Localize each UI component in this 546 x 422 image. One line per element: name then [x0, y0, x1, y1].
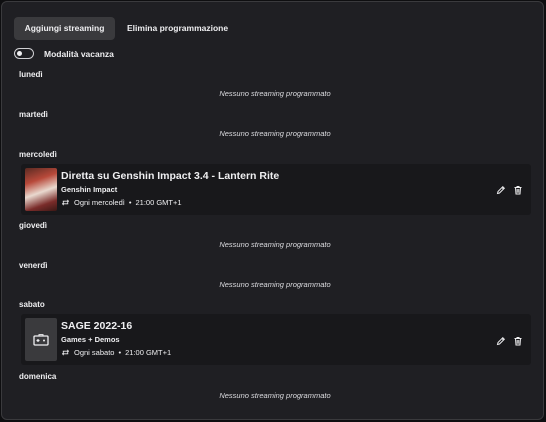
- day-label-thursday: giovedì: [19, 221, 48, 230]
- pencil-icon: [496, 185, 506, 195]
- stream-recurrence: Ogni mercoledì: [74, 198, 125, 207]
- delete-stream-button[interactable]: [513, 185, 523, 195]
- schedule-tabs: Aggiungi streaming Elimina programmazion…: [14, 17, 238, 40]
- stream-thumbnail: [25, 168, 57, 211]
- stream-time: 21:00 GMT+1: [125, 348, 172, 357]
- stream-schedule-info: Ogni sabato • 21:00 GMT+1: [61, 348, 171, 357]
- empty-message-friday: Nessuno streaming programmato: [219, 280, 331, 289]
- meta-separator: •: [118, 348, 122, 357]
- vacation-mode-label: Modalità vacanza: [44, 48, 114, 59]
- edit-stream-button[interactable]: [496, 336, 506, 346]
- day-label-monday: lunedì: [19, 70, 43, 79]
- stream-card-saturday[interactable]: SAGE 2022-16 Games + Demos Ogni sabato •…: [21, 314, 531, 365]
- empty-message-tuesday: Nessuno streaming programmato: [219, 129, 331, 138]
- trash-icon: [514, 186, 522, 195]
- stream-category[interactable]: Games + Demos: [61, 335, 120, 344]
- trash-icon: [514, 337, 522, 346]
- stream-title: SAGE 2022-16: [61, 320, 133, 332]
- repeat-icon: [61, 348, 70, 357]
- day-label-wednesday: mercoledì: [19, 150, 57, 159]
- gamepad-icon: [33, 333, 49, 346]
- stream-category[interactable]: Genshin Impact: [61, 185, 117, 194]
- stream-card-wednesday[interactable]: Diretta su Genshin Impact 3.4 - Lantern …: [21, 164, 531, 215]
- stream-time: 21:00 GMT+1: [135, 198, 182, 207]
- day-label-friday: venerdì: [19, 261, 48, 270]
- stream-actions: [496, 336, 523, 346]
- toggle-knob: [16, 50, 22, 56]
- stream-actions: [496, 185, 523, 195]
- tab-delete-schedule[interactable]: Elimina programmazione: [117, 17, 238, 40]
- meta-separator: •: [128, 198, 132, 207]
- vacation-mode-toggle[interactable]: [14, 48, 34, 59]
- empty-message-thursday: Nessuno streaming programmato: [219, 240, 331, 249]
- edit-stream-button[interactable]: [496, 185, 506, 195]
- day-label-sunday: domenica: [19, 372, 57, 381]
- delete-stream-button[interactable]: [513, 336, 523, 346]
- day-label-saturday: sabato: [19, 300, 45, 309]
- vacation-mode-row: Modalità vacanza: [14, 48, 114, 59]
- schedule-panel: Aggiungi streaming Elimina programmazion…: [1, 1, 544, 420]
- stream-thumbnail: [25, 318, 57, 361]
- stream-schedule-info: Ogni mercoledì • 21:00 GMT+1: [61, 198, 182, 207]
- day-label-tuesday: martedì: [19, 110, 48, 119]
- pencil-icon: [496, 336, 506, 346]
- tab-add-streaming[interactable]: Aggiungi streaming: [14, 17, 115, 40]
- empty-message-monday: Nessuno streaming programmato: [219, 89, 331, 98]
- stream-title: Diretta su Genshin Impact 3.4 - Lantern …: [61, 170, 280, 182]
- repeat-icon: [61, 198, 70, 207]
- stream-recurrence: Ogni sabato: [74, 348, 115, 357]
- empty-message-sunday: Nessuno streaming programmato: [219, 391, 331, 400]
